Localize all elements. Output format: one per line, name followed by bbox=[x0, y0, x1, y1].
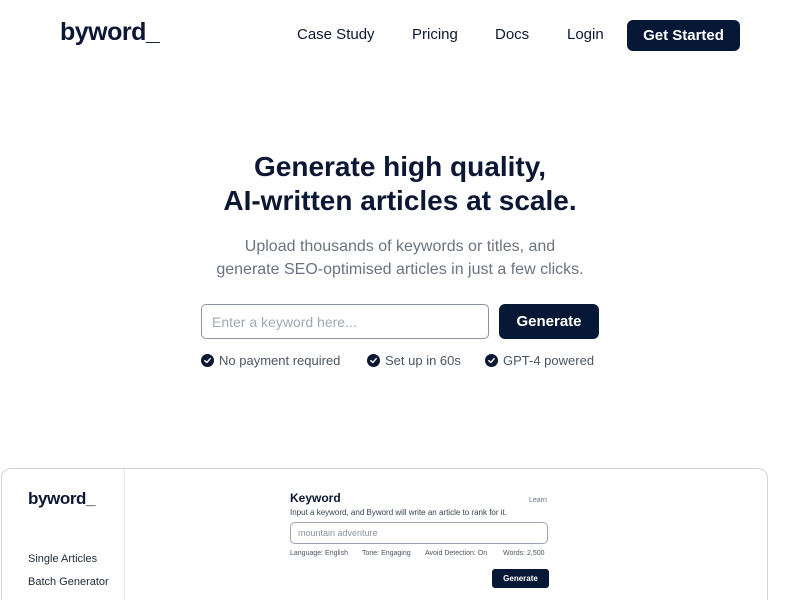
hero-title-line-2: AI-written articles at scale. bbox=[223, 185, 577, 216]
preview-generate-button[interactable]: Generate bbox=[492, 569, 549, 588]
preview-logo: byword_ bbox=[28, 489, 96, 508]
keyword-heading: Keyword bbox=[290, 491, 341, 505]
keyword-input[interactable] bbox=[201, 304, 489, 339]
feature-label: Set up in 60s bbox=[385, 352, 461, 368]
feature-no-payment: No payment required bbox=[201, 351, 340, 369]
nav-case-study[interactable]: Case Study bbox=[297, 26, 375, 44]
hero-subtitle-line-1: Upload thousands of keywords or titles, … bbox=[244, 238, 556, 255]
word-count-setting[interactable]: Words: 2,500 bbox=[503, 550, 545, 557]
top-nav: Case Study Pricing Docs Login Get Starte… bbox=[0, 20, 800, 51]
hero-subtitle-line-2: generate SEO-optimised articles in just … bbox=[216, 261, 584, 278]
keyword-description: Input a keyword, and Byword will write a… bbox=[290, 508, 507, 517]
nav-docs[interactable]: Docs bbox=[495, 26, 529, 44]
preview-keyword-input[interactable] bbox=[290, 522, 548, 544]
check-circle-icon bbox=[201, 353, 214, 367]
avoid-detection-setting[interactable]: Avoid Detection: On bbox=[425, 550, 487, 557]
language-setting[interactable]: Language: English bbox=[290, 550, 348, 557]
landing-page: byword_ Case Study Pricing Docs Login Ge… bbox=[0, 0, 800, 600]
check-circle-icon bbox=[485, 353, 498, 367]
tone-setting[interactable]: Tone: Engaging bbox=[362, 550, 411, 557]
hero-title-line-1: Generate high quality, bbox=[254, 151, 546, 182]
feature-gpt4: GPT-4 powered bbox=[485, 351, 594, 369]
feature-label: No payment required bbox=[219, 352, 341, 368]
generate-button[interactable]: Generate bbox=[499, 304, 599, 339]
app-preview: byword_ Single Articles Batch Generator … bbox=[1, 468, 768, 600]
sidebar-item-single-articles[interactable]: Single Articles bbox=[28, 553, 97, 565]
preview-sidebar: byword_ Single Articles Batch Generator bbox=[2, 469, 125, 600]
check-circle-icon bbox=[367, 353, 380, 367]
hero-subtitle: Upload thousands of keywords or titles, … bbox=[150, 235, 650, 281]
get-started-button[interactable]: Get Started bbox=[627, 20, 740, 51]
learn-link[interactable]: Learn bbox=[529, 497, 547, 504]
nav-login[interactable]: Login bbox=[567, 26, 604, 44]
feature-label: GPT-4 powered bbox=[503, 352, 595, 368]
sidebar-item-batch-generator[interactable]: Batch Generator bbox=[28, 576, 109, 588]
feature-setup: Set up in 60s bbox=[367, 351, 461, 369]
nav-pricing[interactable]: Pricing bbox=[412, 26, 458, 44]
hero-title: Generate high quality, AI-written articl… bbox=[100, 150, 700, 218]
